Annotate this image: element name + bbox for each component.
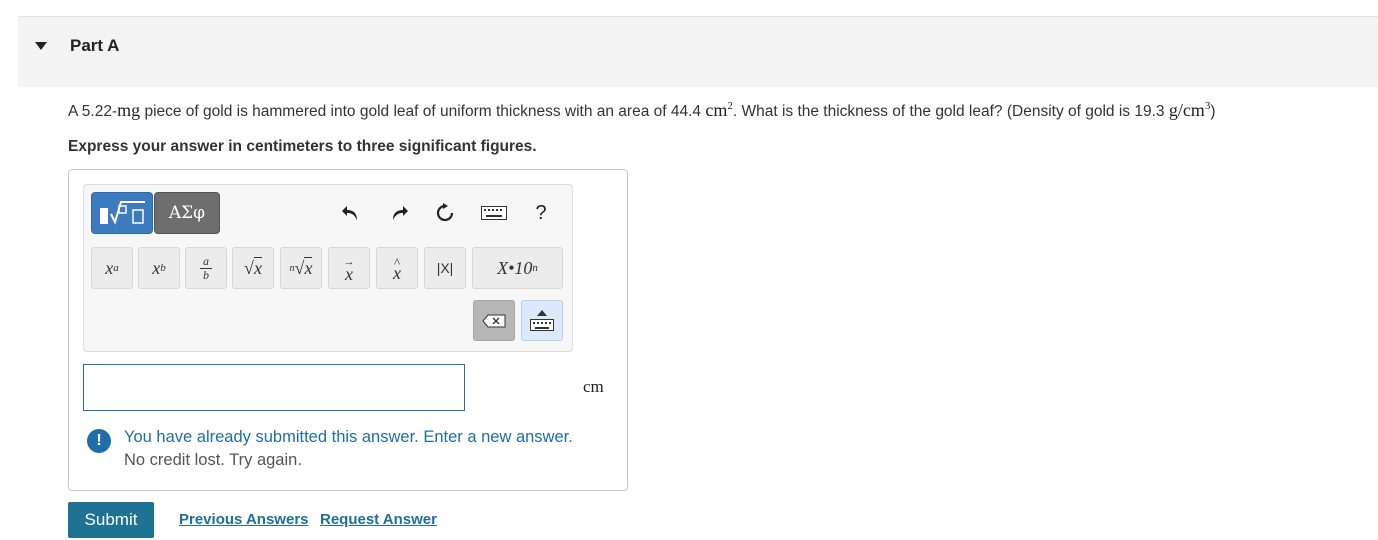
superscript-key[interactable]: xa (91, 247, 133, 289)
request-answer-link[interactable]: Request Answer (320, 511, 437, 528)
templates-tab[interactable] (91, 192, 153, 234)
answer-panel: ΑΣφ ? xa xb ab √ x n √ x → x ^ x |X| X•10 n c (68, 169, 628, 491)
hat-key[interactable]: ^ x (376, 247, 418, 289)
part-title: Part A (70, 36, 120, 55)
square-root-key[interactable]: √ x (232, 247, 274, 289)
answer-unit: cm (583, 377, 604, 396)
help-icon[interactable]: ? (528, 200, 554, 226)
fraction-key[interactable]: ab (185, 247, 227, 289)
nth-root-key[interactable]: n √ x (280, 247, 322, 289)
scientific-notation-key[interactable]: X•10 n (472, 247, 563, 289)
alert-icon: ! (87, 429, 111, 453)
density-unit: g/cm3 (1168, 100, 1211, 120)
reset-icon[interactable] (432, 200, 458, 226)
backspace-icon (482, 314, 506, 327)
submit-button[interactable]: Submit (68, 502, 154, 538)
mass-unit: mg (117, 100, 141, 120)
instruction: Express your answer in centimeters to th… (68, 138, 537, 155)
undo-icon[interactable] (338, 200, 364, 226)
subscript-key[interactable]: xb (138, 247, 180, 289)
vector-key[interactable]: → x (328, 247, 370, 289)
collapse-caret-icon[interactable] (35, 42, 47, 50)
keyboard-icon[interactable] (479, 200, 509, 226)
answer-input[interactable] (83, 364, 465, 411)
backspace-key[interactable] (473, 300, 515, 341)
keyboard-icon (530, 319, 554, 331)
symbols-tab[interactable]: ΑΣφ (154, 192, 220, 234)
feedback-message: You have already submitted this answer. … (124, 428, 573, 446)
absolute-value-key[interactable]: |X| (424, 247, 466, 289)
redo-icon[interactable] (386, 200, 412, 226)
area-unit: cm2 (705, 100, 733, 120)
previous-answers-link[interactable]: Previous Answers (179, 511, 309, 528)
show-keyboard-key[interactable] (521, 300, 563, 341)
part-header[interactable]: Part A (18, 17, 1378, 87)
question-text: A 5.22-mg piece of gold is hammered into… (68, 100, 1216, 120)
templates-icon (100, 201, 145, 225)
math-toolbar: ΑΣφ ? xa xb ab √ x n √ x → x ^ x |X| X•10 n (83, 184, 573, 352)
feedback-submessage: No credit lost. Try again. (124, 451, 302, 469)
chevron-up-icon (537, 310, 547, 316)
